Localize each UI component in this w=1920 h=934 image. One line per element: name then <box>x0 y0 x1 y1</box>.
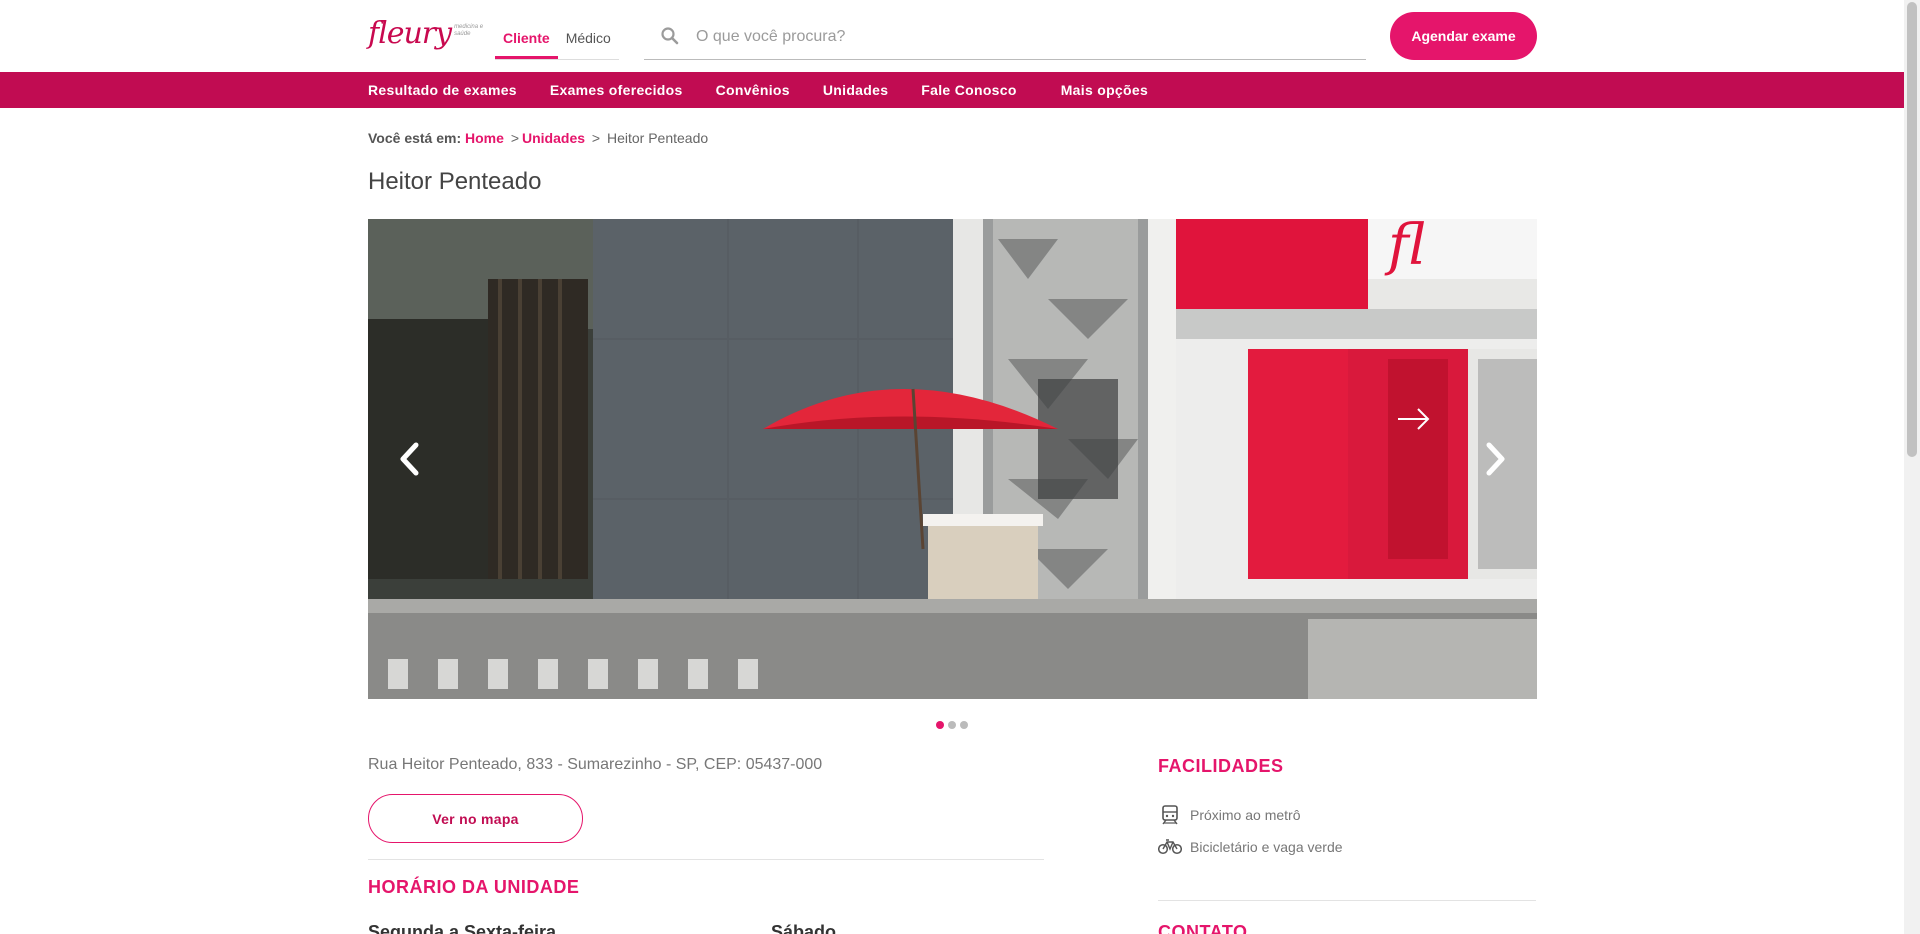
breadcrumb-home[interactable]: Home <box>465 130 504 146</box>
search-input[interactable] <box>696 27 1296 46</box>
facility-item: Próximo ao metrô <box>1158 804 1300 826</box>
audience-tabs: Cliente Médico <box>495 24 619 60</box>
chevron-right-icon <box>1486 442 1505 476</box>
search-bar <box>644 14 1366 60</box>
hours-weekday-heading: Segunda a Sexta-feira <box>368 922 557 934</box>
facility-label: Próximo ao metrô <box>1190 807 1301 823</box>
carousel-prev-button[interactable] <box>380 429 440 489</box>
breadcrumb-separator: > <box>510 130 519 146</box>
main-nav: Resultado de exames Exames oferecidos Co… <box>0 72 1904 108</box>
site-header: fleury medicina e saúde Cliente Médico A… <box>0 0 1904 72</box>
tab-cliente[interactable]: Cliente <box>495 24 558 59</box>
unit-address: Rua Heitor Penteado, 833 - Sumarezinho -… <box>368 756 823 773</box>
nav-item-exames[interactable]: Exames oferecidos <box>550 82 683 98</box>
facility-item: Bicicletário e vaga verde <box>1158 836 1343 858</box>
divider <box>368 859 1044 860</box>
carousel-dot[interactable] <box>948 721 956 729</box>
breadcrumb-separator: > <box>591 130 601 146</box>
logo-tagline: medicina e saúde <box>454 24 484 37</box>
breadcrumb-prefix: Você está em: <box>368 130 462 146</box>
nav-item-mais-opcoes[interactable]: Mais opções <box>1061 82 1148 98</box>
carousel-dot[interactable] <box>960 721 968 729</box>
photo-carousel: fl <box>368 219 1537 699</box>
tab-medico[interactable]: Médico <box>558 24 619 59</box>
carousel-pagination <box>936 721 972 729</box>
breadcrumb-unidades[interactable]: Unidades <box>522 130 585 146</box>
page-scrollbar[interactable] <box>1904 0 1920 934</box>
nav-item-resultado[interactable]: Resultado de exames <box>368 82 517 98</box>
search-icon[interactable] <box>660 26 682 48</box>
hours-section-title: HORÁRIO DA UNIDADE <box>368 877 580 897</box>
carousel-next-button[interactable] <box>1465 429 1525 489</box>
contact-section-title: CONTATO <box>1158 922 1248 934</box>
unit-facade-photo: fl <box>368 219 1537 699</box>
schedule-exam-button[interactable]: Agendar exame <box>1390 12 1537 60</box>
page-title: Heitor Penteado <box>368 168 542 195</box>
bicycle-icon <box>1158 836 1182 858</box>
fleury-logo[interactable]: fleury medicina e saúde <box>368 16 484 52</box>
scrollbar-thumb[interactable] <box>1907 2 1917 457</box>
view-map-button[interactable]: Ver no mapa <box>368 794 583 843</box>
nav-item-unidades[interactable]: Unidades <box>823 82 888 98</box>
nav-item-fale-conosco[interactable]: Fale Conosco <box>921 82 1016 98</box>
divider <box>1158 900 1536 901</box>
logo-wordmark: fleury <box>368 16 452 51</box>
facility-label: Bicicletário e vaga verde <box>1190 839 1343 855</box>
carousel-dot[interactable] <box>936 721 944 729</box>
svg-text:fl: fl <box>1384 219 1425 278</box>
breadcrumb: Você está em: Home > Unidades > Heitor Pe… <box>368 130 708 146</box>
facilities-section-title: FACILIDADES <box>1158 756 1284 776</box>
chevron-left-icon <box>400 442 419 476</box>
train-icon <box>1158 804 1182 826</box>
breadcrumb-current: Heitor Penteado <box>606 130 709 146</box>
hours-saturday-heading: Sábado <box>771 922 837 934</box>
nav-item-convenios[interactable]: Convênios <box>716 82 790 98</box>
